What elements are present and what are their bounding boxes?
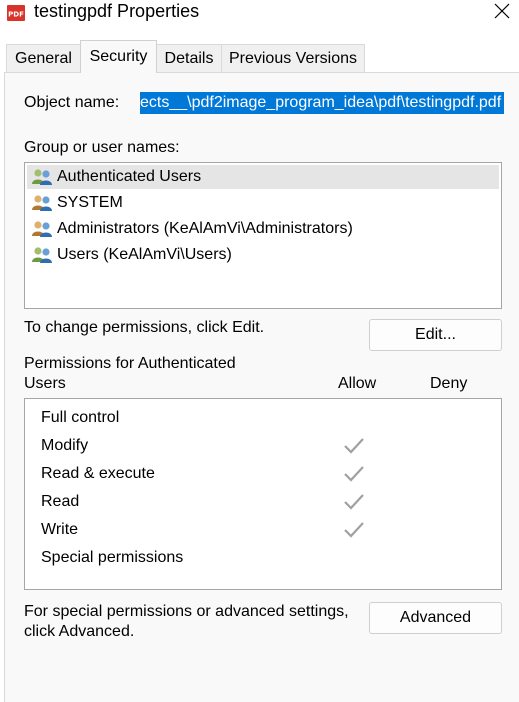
close-button[interactable] [485,0,519,26]
permission-name: Full control [41,409,120,426]
permissions-for-label-line1: Permissions for Authenticated [24,355,236,372]
advanced-hint-line1: For special permissions or advanced sett… [24,603,349,620]
tab-details[interactable]: Details [156,44,222,72]
users-icon [32,247,52,263]
permission-row-special: Special permissions [25,544,501,572]
permission-row-read: Read [25,488,501,516]
object-name-label: Object name: [24,94,120,111]
list-item-label: SYSTEM [57,194,123,211]
permission-row-write: Write [25,516,501,544]
users-icon [32,169,52,185]
object-name-field[interactable]: ects__\pdf2image_program_idea\pdf\testin… [140,92,504,114]
check-icon [344,466,364,482]
permissions-list: Full control Modify Read & execute Read … [24,398,502,590]
check-icon [344,438,364,454]
pdf-file-icon: PDF [7,5,25,21]
permission-name: Read & execute [41,465,155,482]
advanced-hint-line2: click Advanced. [24,623,135,640]
permission-name: Modify [41,437,89,454]
list-item-label: Administrators (KeAlAmVi\Administrators) [57,220,353,237]
change-permissions-hint: To change permissions, click Edit. [24,319,265,336]
tab-security[interactable]: Security [80,40,157,73]
permission-row-read-execute: Read & execute [25,460,501,488]
permission-name: Write [41,521,79,538]
list-item-administrators[interactable]: Administrators (KeAlAmVi\Administrators) [27,217,499,241]
tab-previous-versions[interactable]: Previous Versions [221,44,365,72]
advanced-button[interactable]: Advanced [369,602,502,634]
check-icon [344,522,364,538]
window-title: testingpdf Properties [34,1,200,21]
permissions-for-label-line2: Users [24,375,66,392]
list-item-system[interactable]: SYSTEM [27,191,499,215]
check-icon [344,494,364,510]
object-name-value: ects__\pdf2image_program_idea\pdf\testin… [140,92,504,114]
permission-name: Read [41,493,80,510]
group-user-list[interactable]: Authenticated Users SYSTEM Administrator… [24,162,502,309]
list-item-users[interactable]: Users (KeAlAmVi\Users) [27,243,499,267]
edit-button[interactable]: Edit... [369,319,502,351]
permission-name: Special permissions [41,549,184,566]
list-item-label: Users (KeAlAmVi\Users) [57,246,232,263]
group-list-label: Group or user names: [24,139,180,156]
permission-row-full-control: Full control [25,404,501,432]
deny-column-header: Deny [430,375,468,392]
users-icon [32,195,52,211]
title-bar: PDF testingpdf Properties [0,0,519,28]
tab-strip: General Security Details Previous Versio… [0,40,519,73]
allow-column-header: Allow [338,375,377,392]
close-icon [494,3,510,19]
list-item-authenticated-users[interactable]: Authenticated Users [27,165,499,189]
list-item-label: Authenticated Users [57,168,202,185]
permission-row-modify: Modify [25,432,501,460]
tab-general[interactable]: General [6,44,81,72]
users-icon [32,221,52,237]
svg-text:PDF: PDF [8,11,24,19]
